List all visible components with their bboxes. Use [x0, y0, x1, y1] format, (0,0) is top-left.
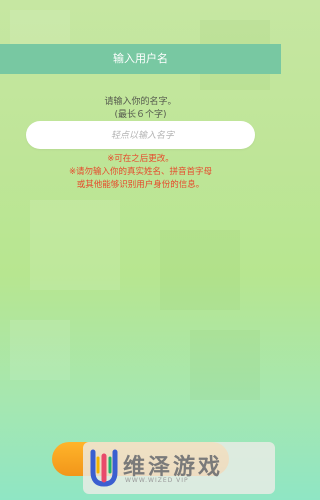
name-notes: ※可在之后更改。 ※请勿输入你的真实姓名、拼音首字母 或其他能够识别用户身份的信… — [0, 153, 281, 192]
note-line-3: 或其他能够识别用户身份的信息。 — [76, 180, 205, 190]
prompt-line-1: 请输入你的名字。 — [104, 97, 177, 107]
page-title: 输入用户名 — [113, 52, 168, 65]
bg-square — [10, 320, 70, 380]
watermark-subtitle: WWW.WIZED VIP — [125, 477, 189, 484]
page-header: 输入用户名 — [0, 44, 281, 74]
bg-square — [190, 330, 260, 400]
note-line-2: ※请勿输入你的真实姓名、拼音首字母 — [68, 167, 213, 177]
bg-square — [30, 200, 120, 290]
name-input-field[interactable] — [26, 121, 259, 151]
name-prompt: 请输入你的名字。 (最长６个字) — [0, 96, 281, 122]
note-line-1: ※可在之后更改。 — [107, 154, 174, 164]
watermark-logo-icon — [90, 449, 118, 487]
name-input[interactable] — [26, 121, 259, 151]
watermark: 维泽游戏 WWW.WIZED VIP — [83, 442, 275, 494]
bg-square — [160, 230, 240, 310]
